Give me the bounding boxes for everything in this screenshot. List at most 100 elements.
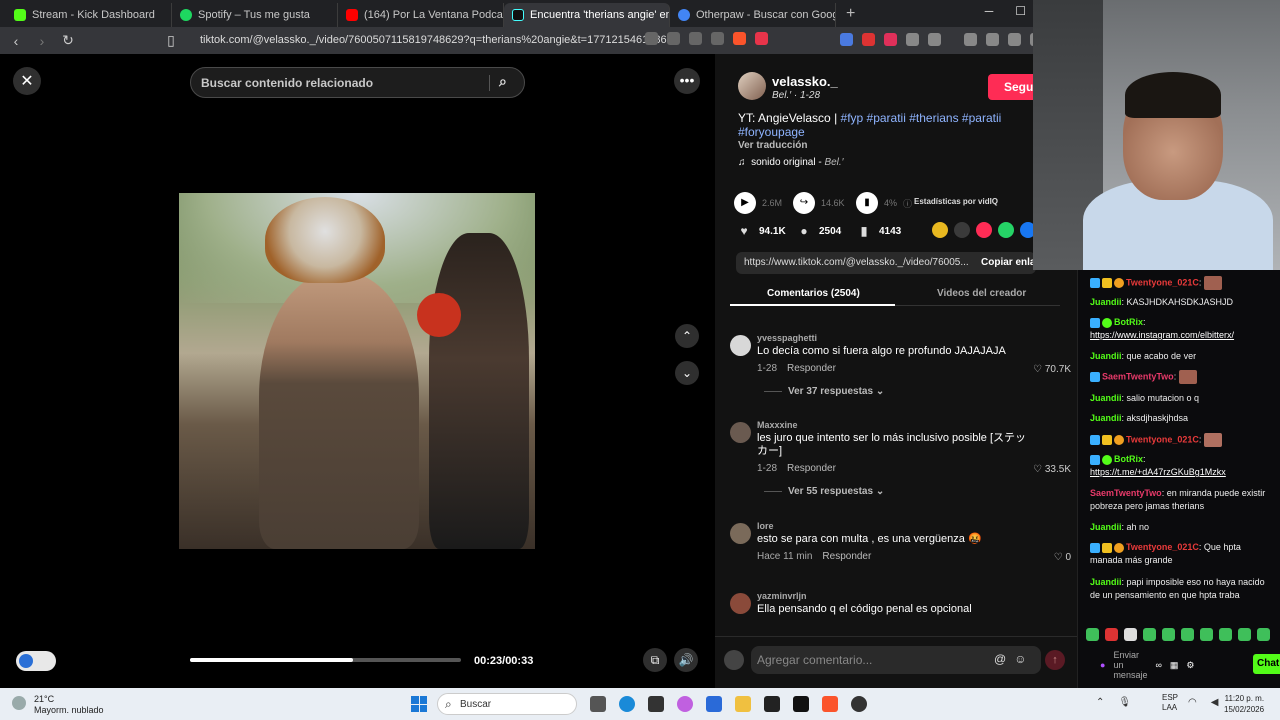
emote-icon[interactable] — [1219, 628, 1232, 641]
copy-link-button[interactable]: Copiar enla — [981, 257, 1035, 268]
brave-shield-icon[interactable] — [733, 32, 746, 45]
ext-m-icon[interactable] — [884, 33, 897, 46]
tab-youtube[interactable]: (164) Por La Ventana Podcast #112 "A — [338, 3, 504, 27]
reply-button[interactable]: Responder — [787, 463, 836, 474]
whatsapp-icon[interactable] — [998, 222, 1014, 238]
share-icon[interactable] — [711, 32, 724, 45]
weather-widget[interactable]: 21°C Mayorm. nublado — [12, 694, 104, 716]
chat-send-button[interactable]: Chat — [1253, 654, 1280, 674]
embed-icon[interactable] — [954, 222, 970, 238]
comment-avatar[interactable] — [730, 422, 751, 443]
reload-icon[interactable]: ↻ — [58, 32, 78, 49]
tab-kick-dashboard[interactable]: Stream - Kick Dashboard — [6, 3, 172, 27]
chat-input[interactable]: Enviar un mensaje — [1113, 650, 1147, 680]
tab-tiktok[interactable]: Encuentra 'therians angie' en✕ — [504, 3, 670, 27]
tab-spotify[interactable]: Spotify – Tus me gusta — [172, 3, 338, 27]
author-avatar[interactable] — [738, 72, 766, 100]
sound-link[interactable]: ♫ sonido original - Bel.′ — [738, 157, 844, 168]
microphone-icon[interactable]: ● — [1100, 660, 1105, 670]
extensions-icon[interactable] — [906, 33, 919, 46]
emote-icon[interactable] — [1257, 628, 1270, 641]
obs-icon[interactable] — [851, 696, 867, 712]
minimize-icon[interactable]: ─ — [985, 4, 994, 18]
previous-video-icon[interactable]: ⌃ — [675, 324, 699, 348]
comment-likes[interactable]: ♡ 33.5K — [1033, 464, 1071, 475]
video-progress-bar[interactable] — [190, 658, 461, 662]
ext-box-icon[interactable] — [928, 33, 941, 46]
brave-rewards-icon[interactable] — [755, 32, 768, 45]
close-icon[interactable]: ✕ — [13, 67, 41, 95]
comment-likes[interactable]: ♡ 0 — [1054, 552, 1071, 563]
next-video-icon[interactable]: ⌄ — [675, 361, 699, 385]
related-search-input[interactable]: Buscar contenido relacionado ⌕ — [190, 67, 525, 98]
more-options-icon[interactable]: ••• — [674, 68, 700, 94]
stats-icon[interactable]: ▮ — [856, 192, 878, 214]
taskbar-search[interactable]: Buscar — [437, 693, 577, 715]
settings-icon[interactable]: ⚙ — [1186, 660, 1194, 671]
emote-icon[interactable] — [1238, 628, 1251, 641]
mention-icon[interactable]: @ — [994, 652, 1006, 666]
send-icon[interactable] — [976, 222, 992, 238]
speaker-icon[interactable]: ◀ — [1211, 697, 1219, 708]
file-icon[interactable] — [590, 696, 606, 712]
extension-toggle[interactable] — [16, 651, 56, 671]
emote-picker-icon[interactable]: ∞ — [1155, 660, 1161, 670]
pip-icon[interactable]: ⧉ — [643, 648, 667, 672]
comment-avatar[interactable] — [730, 593, 751, 614]
cast-icon[interactable] — [689, 32, 702, 45]
emote-icon[interactable] — [1200, 628, 1213, 641]
edge-icon[interactable] — [619, 696, 635, 712]
comment-author[interactable]: Maxxxine — [757, 420, 798, 430]
coin-icon[interactable] — [932, 222, 948, 238]
comment-avatar[interactable] — [730, 335, 751, 356]
emote-icon[interactable] — [1124, 628, 1137, 641]
share-arrow-icon[interactable]: ↪ — [793, 192, 815, 214]
forward-icon[interactable]: › — [32, 33, 52, 49]
terminal-icon[interactable] — [764, 696, 780, 712]
play-icon[interactable]: ▶ — [734, 192, 756, 214]
emote-icon[interactable] — [1086, 628, 1099, 641]
reply-button[interactable]: Responder — [787, 363, 836, 374]
store-icon[interactable] — [706, 696, 722, 712]
ext-red-icon[interactable] — [862, 33, 875, 46]
taskbar-clock[interactable]: 11:20 p. m. 15/02/2026 — [1224, 693, 1264, 715]
emote-icon[interactable] — [1181, 628, 1194, 641]
reply-button[interactable]: Responder — [822, 551, 871, 562]
tab-google[interactable]: Otherpaw - Buscar con Google — [670, 3, 836, 27]
chevron-up-icon[interactable]: ⌃ — [1096, 697, 1104, 708]
emote-icon[interactable] — [1162, 628, 1175, 641]
likes-count[interactable]: ♥ 94.1K — [737, 224, 785, 238]
language-indicator[interactable]: ESP LAA — [1162, 693, 1178, 713]
comment-author[interactable]: lore — [757, 521, 774, 531]
maximize-icon[interactable]: ☐ — [1015, 4, 1026, 18]
tab-creator-videos[interactable]: Videos del creador — [937, 288, 1026, 299]
tab-comments[interactable]: Comentarios (2504) — [767, 288, 860, 299]
saves-count[interactable]: ▮ 4143 — [857, 224, 902, 238]
capcut-icon[interactable] — [793, 696, 809, 712]
back-icon[interactable]: ‹ — [6, 33, 26, 49]
wifi-icon[interactable]: ◠ — [1188, 697, 1197, 708]
folder-icon[interactable] — [735, 696, 751, 712]
gift-icon[interactable]: ▦ — [1170, 660, 1179, 671]
search-icon[interactable]: ⌕ — [499, 73, 507, 90]
video-frame[interactable] — [179, 193, 535, 549]
volume-icon[interactable]: 🔊 — [674, 648, 698, 672]
chat-link[interactable]: https://www.instagram.com/elbitterx/ — [1090, 330, 1234, 340]
hashtag-foryoupage[interactable]: #foryoupage — [738, 125, 805, 139]
view-replies-button[interactable]: Ver 55 respuestas ⌄ — [764, 486, 884, 497]
comment-avatar[interactable] — [730, 523, 751, 544]
mic-icon[interactable]: 🎙 — [1118, 697, 1131, 708]
emote-icon[interactable] — [1105, 628, 1118, 641]
send-comment-icon[interactable]: ↑ — [1045, 650, 1065, 670]
reading-list-icon[interactable] — [986, 33, 999, 46]
copilot-icon[interactable] — [677, 696, 693, 712]
comment-author[interactable]: yvesspaghetti — [757, 333, 817, 343]
chat-link[interactable]: https://t.me/+dA47rzGKuBg1Mzkx — [1090, 467, 1226, 477]
ext-translate-icon[interactable] — [840, 33, 853, 46]
see-translation-link[interactable]: Ver traducción — [738, 140, 807, 151]
snipping-icon[interactable] — [648, 696, 664, 712]
hashtags[interactable]: #fyp #paratii #therians #paratii — [841, 111, 1002, 125]
new-tab-button[interactable]: + — [836, 5, 865, 27]
bookmark-icon[interactable]: ▯ — [161, 32, 181, 49]
media-icon[interactable] — [964, 33, 977, 46]
